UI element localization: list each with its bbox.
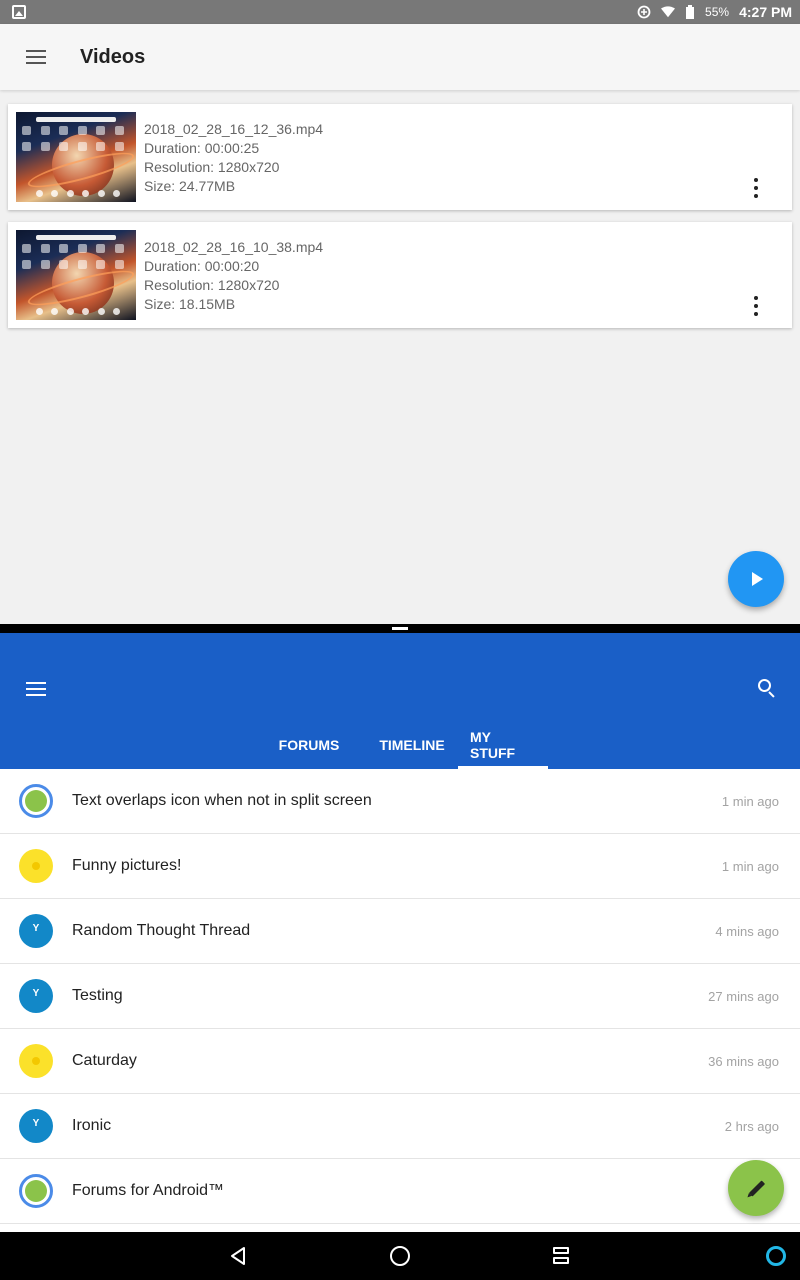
video-size: Size: 18.15MB [144, 296, 236, 312]
thread-list: Text overlaps icon when not in split scr… [0, 769, 800, 1224]
yellow-forum-icon [19, 1044, 53, 1078]
wifi-icon [661, 6, 676, 18]
list-item[interactable]: Caturday 36 mins ago [0, 1029, 800, 1094]
page-title: Videos [80, 45, 146, 68]
thread-title: Testing [72, 987, 123, 1004]
image-notification-icon [12, 5, 26, 19]
tab-timeline[interactable]: TIMELINE [366, 721, 458, 769]
video-filename: 2018_02_28_16_10_38.mp4 [144, 239, 324, 255]
video-thumbnail [16, 230, 136, 320]
video-filename: 2018_02_28_16_12_36.mp4 [144, 121, 324, 137]
menu-icon [26, 50, 46, 64]
more-options-icon[interactable] [748, 296, 764, 316]
video-meta: 2018_02_28_16_12_36.mp4 Duration: 00:00:… [144, 120, 323, 196]
list-item[interactable]: Random Thought Thread 4 mins ago [0, 899, 800, 964]
blue-forum-icon [19, 914, 53, 948]
blue-forum-icon [19, 1109, 53, 1143]
videos-app: Videos 2018_02_28_16_12_36.mp4 Duration:… [0, 24, 800, 624]
video-duration: Duration: 00:00:20 [144, 258, 260, 274]
video-meta: 2018_02_28_16_10_38.mp4 Duration: 00:00:… [144, 238, 323, 314]
list-item[interactable]: Text overlaps icon when not in split scr… [0, 769, 800, 834]
split-screen-divider[interactable] [0, 624, 800, 633]
more-options-icon[interactable] [748, 178, 764, 198]
battery-icon [686, 5, 695, 19]
play-all-button[interactable] [728, 551, 784, 607]
navigation-bar [0, 1232, 800, 1280]
home-icon[interactable] [390, 1246, 410, 1266]
tab-my-stuff[interactable]: MY STUFF [458, 721, 548, 769]
video-size: Size: 24.77MB [144, 178, 236, 194]
video-item[interactable]: 2018_02_28_16_10_38.mp4 Duration: 00:00:… [8, 222, 792, 328]
tab-bar: FORUMS TIMELINE MY STUFF [0, 721, 800, 769]
status-bar: 55% 4:27 PM [0, 0, 800, 24]
thread-title: Text overlaps icon when not in split scr… [72, 792, 372, 809]
back-icon[interactable] [229, 1246, 247, 1266]
pencil-icon [748, 1180, 766, 1197]
forums-app: FORUMS TIMELINE MY STUFF Text overlaps i… [0, 633, 800, 1232]
thread-time: 4 mins ago [715, 923, 779, 939]
list-item[interactable]: Testing 27 mins ago [0, 964, 800, 1029]
forums-menu-button[interactable] [26, 682, 46, 696]
clock: 4:27 PM [739, 4, 792, 20]
yellow-forum-icon [19, 849, 53, 883]
recents-icon[interactable] [553, 1247, 569, 1265]
search-icon[interactable] [758, 679, 778, 699]
video-duration: Duration: 00:00:25 [144, 140, 260, 156]
alexa-icon[interactable] [766, 1246, 786, 1266]
video-thumbnail [16, 112, 136, 202]
tab-forums[interactable]: FORUMS [252, 721, 366, 769]
thread-time: 36 mins ago [708, 1053, 779, 1069]
blue-forum-icon [19, 979, 53, 1013]
forums-toolbar: FORUMS TIMELINE MY STUFF [0, 633, 800, 769]
thread-time: 2 hrs ago [724, 1118, 779, 1134]
thread-time: 27 mins ago [708, 988, 779, 1004]
videos-toolbar: Videos [0, 24, 800, 90]
divider-handle[interactable] [392, 627, 408, 630]
menu-icon [26, 682, 46, 696]
new-post-button[interactable] [728, 1160, 784, 1216]
thread-title: Funny pictures! [72, 857, 182, 874]
video-resolution: Resolution: 1280x720 [144, 159, 280, 175]
list-item[interactable]: Funny pictures! 1 min ago [0, 834, 800, 899]
video-resolution: Resolution: 1280x720 [144, 277, 280, 293]
thread-time: 1 min ago [721, 858, 779, 874]
status-bar-right: 55% 4:27 PM [637, 0, 792, 24]
thread-title: Random Thought Thread [72, 922, 251, 939]
battery-percent: 55% [705, 5, 730, 19]
list-item[interactable]: Forums for Android™ 2 [0, 1159, 800, 1224]
android-avatar-icon [19, 784, 53, 818]
thread-title: Ironic [72, 1117, 112, 1134]
thread-title: Caturday [72, 1052, 137, 1069]
videos-menu-button[interactable] [0, 24, 72, 90]
thread-title: Forums for Android™ [72, 1182, 225, 1199]
android-avatar-icon [19, 1174, 53, 1208]
data-saver-icon [637, 5, 651, 19]
thread-time: 1 min ago [721, 793, 779, 809]
video-item[interactable]: 2018_02_28_16_12_36.mp4 Duration: 00:00:… [8, 104, 792, 210]
list-item[interactable]: Ironic 2 hrs ago [0, 1094, 800, 1159]
